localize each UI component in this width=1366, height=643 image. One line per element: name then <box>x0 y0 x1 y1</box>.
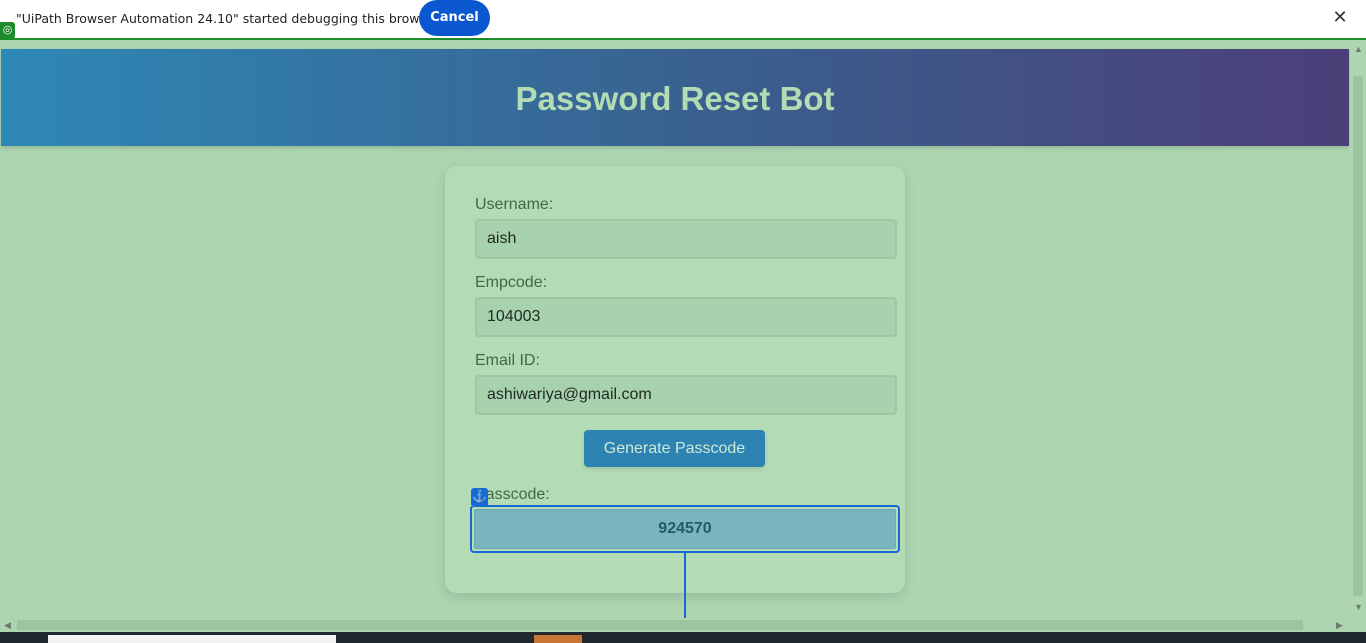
cancel-debug-button[interactable]: Cancel <box>419 0 490 36</box>
scroll-down-icon[interactable]: ▼ <box>1354 602 1363 612</box>
page-title: Password Reset Bot <box>515 80 835 117</box>
os-taskbar <box>0 632 1366 643</box>
generate-passcode-button[interactable]: Generate Passcode <box>584 430 765 467</box>
email-input[interactable]: ashiwariya@gmail.com <box>475 375 897 415</box>
anchor-icon[interactable]: ⚓ <box>471 488 488 505</box>
username-label: Username: <box>475 196 554 213</box>
close-icon[interactable]: ✕ <box>1332 8 1348 26</box>
empcode-input[interactable]: 104003 <box>475 297 897 337</box>
scroll-right-icon[interactable]: ▶ <box>1336 620 1343 630</box>
passcode-selection-highlight: 924570 <box>470 505 900 553</box>
horizontal-scrollbar[interactable]: ◀ ▶ <box>0 618 1350 632</box>
scroll-up-icon[interactable]: ▲ <box>1354 44 1363 54</box>
debug-infobar: "UiPath Browser Automation 24.10" starte… <box>0 0 1366 40</box>
vertical-scrollbar[interactable]: ▲ ▼ <box>1350 42 1366 618</box>
empcode-label: Empcode: <box>475 274 548 291</box>
debug-message: "UiPath Browser Automation 24.10" starte… <box>16 11 439 26</box>
email-label: Email ID: <box>475 352 540 369</box>
username-input[interactable]: aish <box>475 219 897 259</box>
reset-form-card: Username: aish Empcode: 104003 Email ID:… <box>445 166 905 593</box>
vertical-scroll-thumb[interactable] <box>1353 76 1363 596</box>
page-content: Password Reset Bot Username: aish Empcod… <box>0 42 1350 618</box>
taskbar-search[interactable] <box>48 635 336 643</box>
header-banner: Password Reset Bot <box>1 49 1349 146</box>
scroll-left-icon[interactable]: ◀ <box>4 620 11 630</box>
debug-target-icon: ◎ <box>0 22 15 39</box>
taskbar-app-icon[interactable] <box>534 635 582 643</box>
horizontal-scroll-thumb[interactable] <box>17 620 1303 630</box>
passcode-output[interactable]: 924570 <box>474 509 896 549</box>
